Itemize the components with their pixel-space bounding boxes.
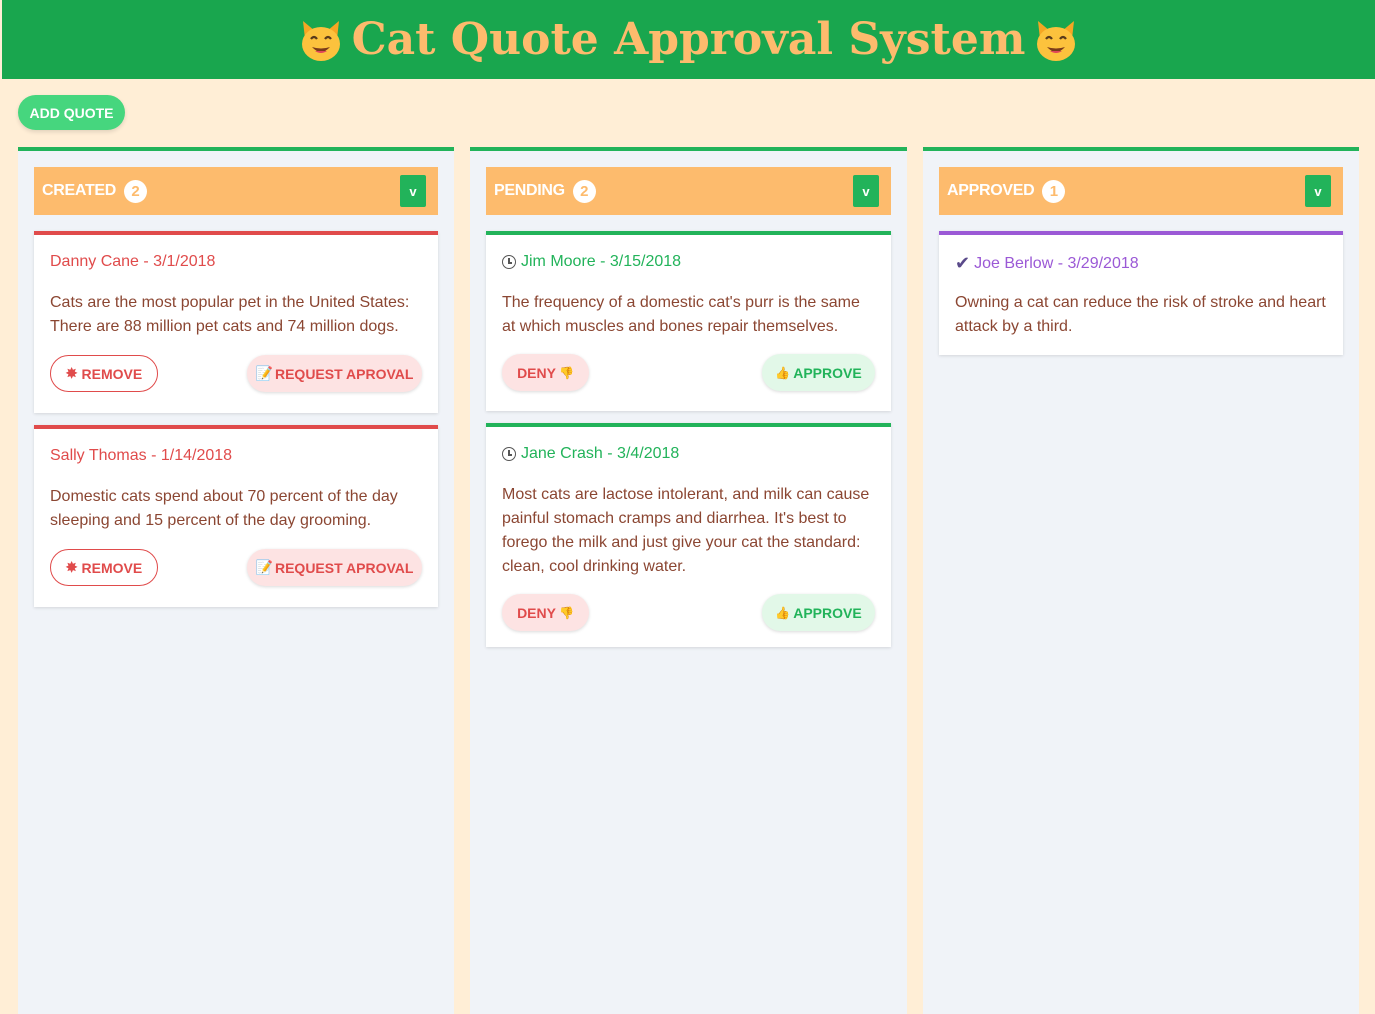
count-badge: 1	[1042, 179, 1066, 203]
thumbs-up-icon: 👍	[775, 365, 791, 380]
memo-icon: 📝	[255, 559, 273, 575]
cat-face-icon	[1033, 17, 1079, 63]
approve-button[interactable]: 👍 APPROVE	[762, 354, 875, 391]
deny-button[interactable]: DENY 👎	[502, 354, 589, 391]
thumbs-down-icon: 👎	[558, 605, 574, 620]
card-quote-text: Cats are the most popular pet in the Uni…	[50, 294, 410, 335]
request-label: REQUEST APROVAL	[274, 559, 414, 576]
remove-button[interactable]: ✸ REMOVE	[50, 355, 158, 392]
add-quote-button[interactable]: ADD QUOTE	[18, 95, 125, 130]
column-title: CREATED	[42, 182, 117, 199]
card-status-bar	[34, 231, 438, 235]
column-header-approved: APPROVED 1 v	[939, 167, 1343, 215]
column-pending: PENDING 2 v Jim Moore - 3/15/2018 The fr…	[470, 147, 907, 1014]
card-status-bar	[486, 423, 891, 427]
card-quote-text: Owning a cat can reduce the risk of stro…	[955, 294, 1326, 335]
card-quote-text: The frequency of a domestic cat's purr i…	[502, 294, 860, 335]
approve-label: APPROVE	[793, 604, 862, 621]
memo-icon: 📝	[255, 365, 273, 381]
card-author-date: Sally Thomas - 1/14/2018	[50, 447, 233, 464]
card-author-date: Jane Crash - 3/4/2018	[521, 445, 680, 462]
thumbs-up-icon: 👍	[775, 605, 791, 620]
column-created: CREATED 2 v Danny Cane - 3/1/2018 Cats a…	[18, 147, 454, 1014]
card-author-date: Joe Berlow - 3/29/2018	[974, 254, 1139, 272]
column-approved: APPROVED 1 v ✔ Joe Berlow - 3/29/2018 Ow…	[923, 147, 1359, 1014]
card-author-date: Jim Moore - 3/15/2018	[521, 253, 682, 270]
checkmark-icon: ✔	[955, 253, 971, 273]
card-author-date-row: ✔ Joe Berlow - 3/29/2018	[955, 253, 1139, 274]
card-quote-text: Domestic cats spend about 70 percent of …	[50, 488, 398, 529]
quote-card: ✔ Joe Berlow - 3/29/2018 Owning a cat ca…	[939, 231, 1343, 355]
column-header-pending: PENDING 2 v	[486, 167, 891, 215]
collapse-toggle-button[interactable]: v	[1305, 175, 1331, 207]
quote-card: Danny Cane - 3/1/2018 Cats are the most …	[34, 231, 438, 413]
card-quote-text: Most cats are lactose intolerant, and mi…	[502, 486, 870, 575]
quote-card: Jim Moore - 3/15/2018 The frequency of a…	[486, 231, 891, 411]
approve-button[interactable]: 👍 APPROVE	[762, 594, 875, 631]
collapse-toggle-button[interactable]: v	[400, 175, 426, 207]
explosion-icon: ✸	[65, 365, 78, 381]
quote-card: Jane Crash - 3/4/2018 Most cats are lact…	[486, 423, 891, 647]
card-author-date-row: Jane Crash - 3/4/2018	[502, 445, 679, 463]
thumbs-down-icon: 👎	[558, 365, 574, 380]
deny-button[interactable]: DENY 👎	[502, 594, 589, 631]
quote-card: Sally Thomas - 1/14/2018 Domestic cats s…	[34, 425, 438, 607]
request-approval-button[interactable]: 📝 REQUEST APROVAL	[247, 549, 422, 586]
page-title: Cat Quote Approval System	[351, 14, 1026, 65]
count-badge: 2	[572, 179, 596, 203]
card-author-date: Danny Cane - 3/1/2018	[50, 253, 216, 270]
column-title: APPROVED	[947, 182, 1035, 199]
approve-label: APPROVE	[793, 364, 862, 381]
column-header-created: CREATED 2 v	[34, 167, 438, 215]
clock-icon	[502, 255, 516, 269]
card-status-bar	[34, 425, 438, 429]
cat-face-icon	[298, 17, 344, 63]
count-badge: 2	[124, 179, 148, 203]
deny-label: DENY	[517, 604, 556, 621]
remove-label: REMOVE	[81, 365, 143, 382]
remove-label: REMOVE	[81, 559, 143, 576]
column-title: PENDING	[494, 182, 565, 199]
card-status-bar	[486, 231, 891, 235]
app-header: Cat Quote Approval System	[2, 0, 1375, 79]
request-label: REQUEST APROVAL	[274, 365, 414, 382]
remove-button[interactable]: ✸ REMOVE	[50, 549, 158, 586]
card-status-bar	[939, 231, 1343, 235]
card-author-date-row: Jim Moore - 3/15/2018	[502, 253, 681, 271]
deny-label: DENY	[517, 364, 556, 381]
request-approval-button[interactable]: 📝 REQUEST APROVAL	[247, 355, 422, 392]
collapse-toggle-button[interactable]: v	[853, 175, 879, 207]
clock-icon	[502, 447, 516, 461]
explosion-icon: ✸	[65, 559, 78, 575]
